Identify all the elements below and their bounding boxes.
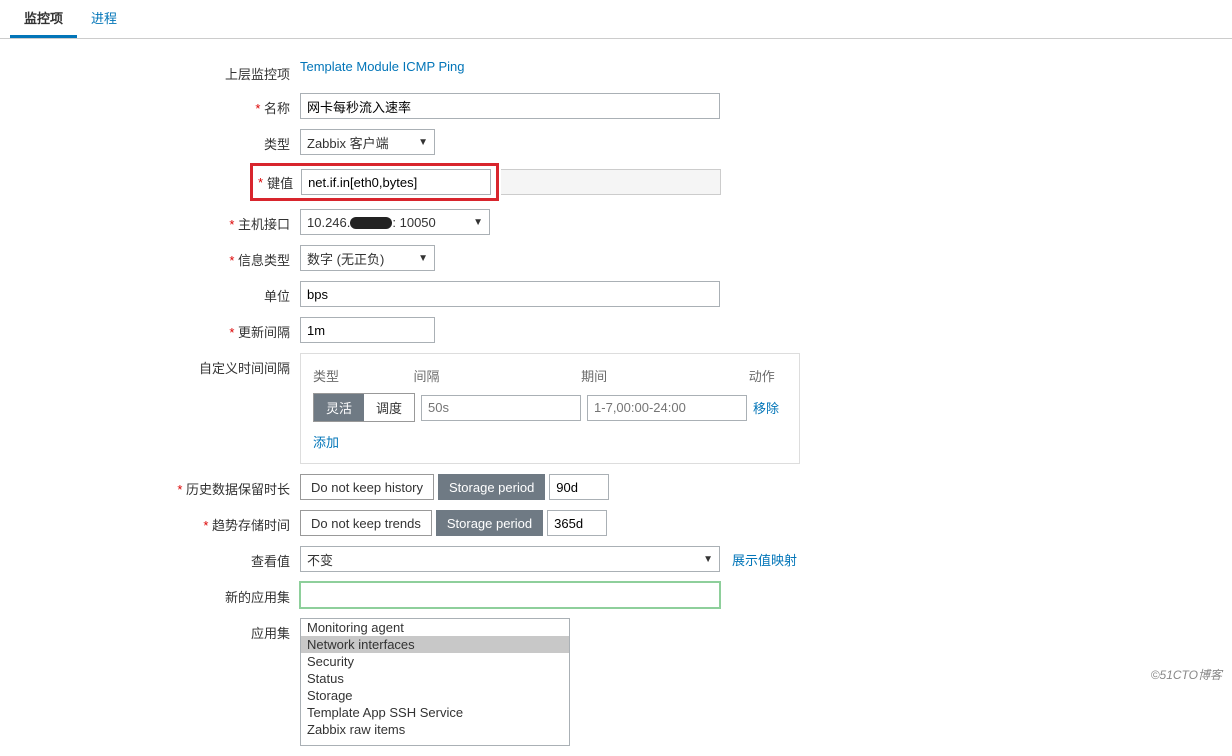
list-item[interactable]: Zabbix raw items [301,721,569,738]
label-key: 键值 [267,173,301,192]
link-show-value-mapping[interactable]: 展示值映射 [732,550,797,569]
select-interface[interactable]: 10.246.: 10050 ▼ [300,209,490,235]
label-info-type: 信息类型 [0,245,300,269]
chevron-down-icon: ▼ [703,554,713,565]
chevron-down-icon: ▼ [473,217,483,228]
label-type: 类型 [0,129,300,153]
select-interface-value: 10.246.: 10050 [307,215,436,230]
label-new-app: 新的应用集 [0,582,300,606]
custom-interval-box: 类型 间隔 期间 动作 灵活 调度 移除 添加 [300,353,800,464]
col-header-interval: 间隔 [414,366,582,385]
asterisk-icon: * [252,175,267,190]
input-custom-period[interactable] [587,395,747,421]
chevron-down-icon: ▼ [418,137,428,148]
list-item[interactable]: Status [301,670,569,687]
chevron-down-icon: ▼ [418,253,428,264]
label-history: 历史数据保留时长 [0,474,300,498]
col-header-period: 期间 [581,366,749,385]
listbox-applications[interactable]: Monitoring agentNetwork interfacesSecuri… [300,618,570,746]
label-applications: 应用集 [0,618,300,642]
label-trends: 趋势存储时间 [0,510,300,534]
seg-scheduling[interactable]: 调度 [364,394,414,421]
list-item[interactable]: Network interfaces [301,636,569,653]
item-form: 上层监控项 Template Module ICMP Ping 名称 类型 Za… [0,59,820,746]
list-item[interactable]: Storage [301,687,569,704]
label-name: 名称 [0,93,300,117]
tab-monitor[interactable]: 监控项 [10,0,77,38]
btn-no-trends[interactable]: Do not keep trends [300,510,432,536]
list-item[interactable]: Template App SSH Service [301,704,569,721]
btn-trends-period[interactable]: Storage period [436,510,543,536]
select-info-type-value: 数字 (无正负) [307,249,384,268]
link-remove-interval[interactable]: 移除 [753,398,779,417]
select-view-value[interactable]: 不变 ▼ [300,546,720,572]
label-unit: 单位 [0,281,300,305]
select-info-type[interactable]: 数字 (无正负) ▼ [300,245,435,271]
label-parent: 上层监控项 [0,59,300,83]
input-name[interactable] [300,93,720,119]
input-history-value[interactable] [549,474,609,500]
input-unit[interactable] [300,281,720,307]
select-type-value: Zabbix 客户端 [307,133,389,152]
col-header-type: 类型 [313,366,414,385]
btn-history-period[interactable]: Storage period [438,474,545,500]
segmented-interval-type: 灵活 调度 [313,393,415,422]
list-item[interactable]: Security [301,653,569,670]
tab-process[interactable]: 进程 [77,0,131,38]
select-type[interactable]: Zabbix 客户端 ▼ [300,129,435,155]
label-view-value: 查看值 [0,546,300,570]
input-custom-interval[interactable] [421,395,581,421]
key-extra-box [501,169,721,195]
btn-no-history[interactable]: Do not keep history [300,474,434,500]
tab-bar: 监控项 进程 [0,0,1232,39]
input-new-application[interactable] [300,582,720,608]
select-view-value-text: 不变 [307,550,333,569]
input-update-interval[interactable] [300,317,435,343]
label-interface: 主机接口 [0,209,300,233]
input-key[interactable] [301,169,491,195]
col-header-action: 动作 [749,366,787,385]
link-add-interval[interactable]: 添加 [313,435,339,450]
seg-flexible[interactable]: 灵活 [314,394,364,421]
label-update-interval: 更新间隔 [0,317,300,341]
watermark-text: ©51CTO博客 [1151,666,1222,683]
label-custom-intervals: 自定义时间间隔 [0,353,300,377]
input-trends-value[interactable] [547,510,607,536]
redacted-ip-icon [350,217,392,229]
list-item[interactable]: Monitoring agent [301,619,569,636]
link-parent-template[interactable]: Template Module ICMP Ping [300,59,465,74]
